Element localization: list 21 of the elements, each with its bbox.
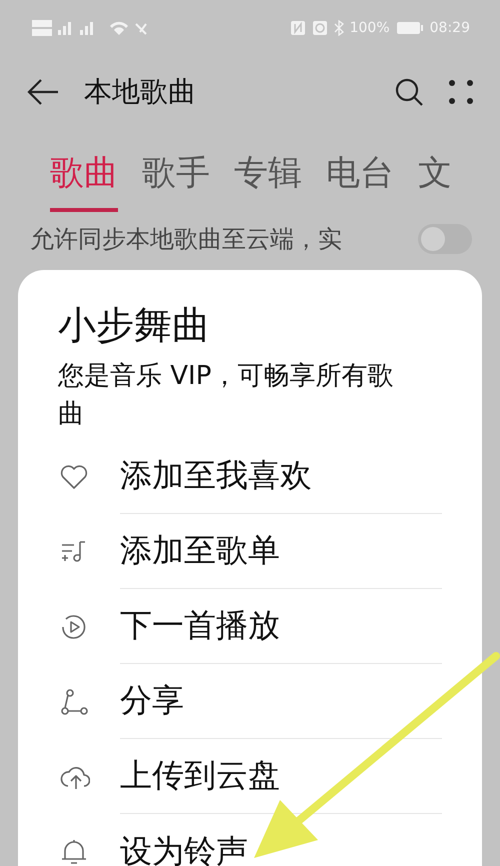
bluetooth-icon [334, 20, 344, 36]
sync-toggle[interactable] [418, 224, 472, 254]
tab[interactable]: 文 [418, 150, 452, 212]
tab[interactable]: 专辑 [234, 150, 302, 212]
search-button[interactable] [394, 77, 424, 107]
menu-item[interactable]: 设为铃声 [120, 814, 442, 866]
menu-item[interactable]: 添加至我喜欢 [120, 439, 442, 514]
alarm-icon [312, 20, 328, 36]
tab[interactable]: 电台 [326, 150, 394, 212]
page-title: 本地歌曲 [84, 74, 197, 110]
tab[interactable]: 歌手 [142, 150, 210, 212]
menu-item[interactable]: 分享 [120, 664, 442, 739]
menu-item[interactable]: 添加至歌单 [120, 514, 442, 589]
vip-message: 您是音乐 VIP，可畅享所有歌曲 [58, 360, 394, 431]
song-title: 小步舞曲 [58, 302, 211, 349]
back-button[interactable] [26, 77, 60, 107]
battery-icon [396, 21, 424, 35]
nfc-icon [290, 20, 306, 36]
sync-setting-label: 允许同步本地歌曲至云端，实 [30, 224, 342, 255]
more-button[interactable] [448, 79, 474, 105]
menu-item[interactable]: 下一首播放 [120, 589, 442, 664]
